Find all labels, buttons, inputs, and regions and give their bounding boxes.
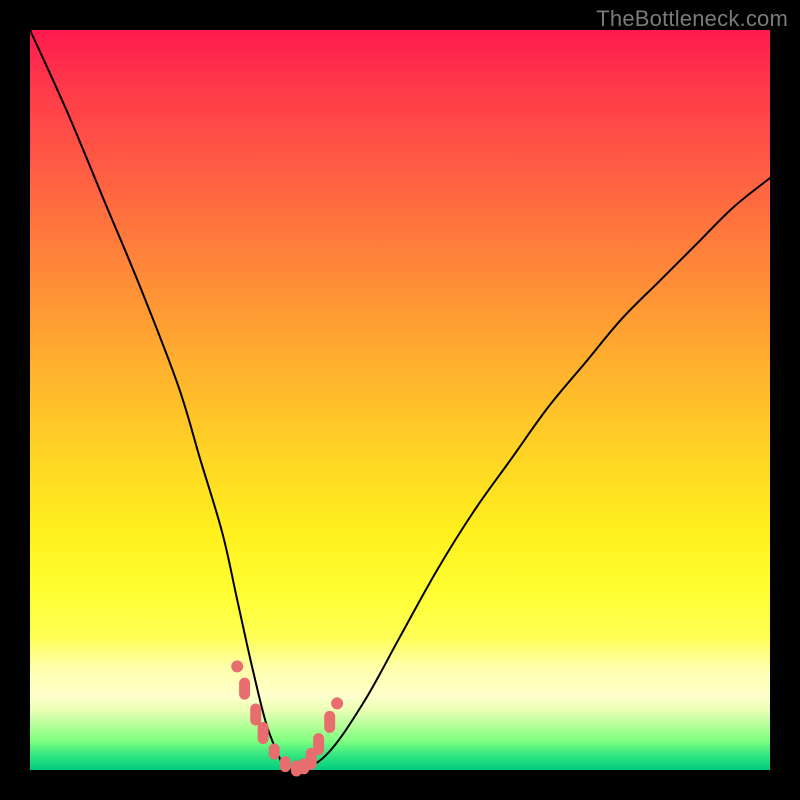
- marker-point: [258, 722, 269, 744]
- chart-frame: TheBottleneck.com: [0, 0, 800, 800]
- marker-point: [280, 756, 291, 772]
- bottleneck-curve: [30, 30, 770, 770]
- marker-dot: [331, 697, 343, 709]
- plot-area: [30, 30, 770, 770]
- marker-point: [324, 711, 335, 733]
- curve-left: [30, 30, 282, 763]
- curve-right: [282, 178, 770, 770]
- marker-point: [250, 704, 261, 726]
- marker-point: [313, 733, 324, 755]
- marker-dot: [231, 660, 243, 672]
- marker-point: [269, 744, 280, 760]
- marker-point: [239, 678, 250, 700]
- near-minimum-markers: [231, 660, 343, 776]
- curve-layer: [30, 30, 770, 770]
- watermark-text: TheBottleneck.com: [596, 6, 788, 32]
